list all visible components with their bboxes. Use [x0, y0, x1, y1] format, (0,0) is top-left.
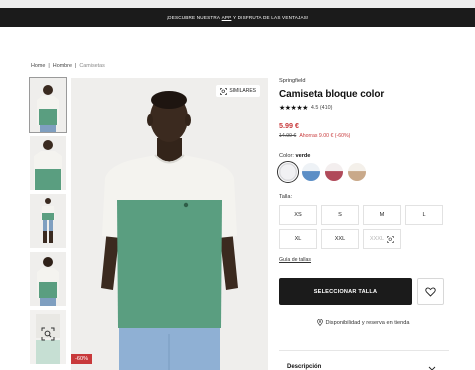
- chevron-down-icon[interactable]: [428, 366, 436, 370]
- main-product-image[interactable]: SIMILARES -60%: [71, 78, 268, 370]
- thumbnail-back[interactable]: [30, 252, 66, 306]
- size-guide-link[interactable]: Guía de tallas: [279, 257, 449, 263]
- thumbnail-strip: [29, 77, 67, 368]
- swatch-white[interactable]: [277, 161, 299, 183]
- swatch-burgundy-white[interactable]: [325, 163, 343, 181]
- visual-search-icon: [387, 235, 395, 243]
- product-rating[interactable]: ★★★★★ 4.5 (410): [279, 104, 449, 112]
- promo-prefix: ¡DESCUBRE NUESTRA: [166, 15, 221, 20]
- size-option-xxxl-label: XXXL: [369, 236, 385, 242]
- description-accordion-label[interactable]: Descripción: [287, 364, 321, 370]
- breadcrumb: Home | Hombre | Camisetas: [31, 63, 105, 69]
- store-availability-label: Disponibilidad y reserva en tienda: [325, 319, 410, 326]
- discount-badge: -60%: [71, 354, 93, 364]
- savings-text: Ahorras 9.00 € (-60%): [299, 133, 351, 139]
- thumbnail-back-image: [30, 252, 66, 306]
- thumbnail-full-body-image: [30, 194, 66, 248]
- breadcrumb-separator: |: [48, 63, 50, 69]
- size-label: Talla:: [279, 194, 293, 200]
- size-option-xl[interactable]: XL: [279, 229, 317, 249]
- thumbnail-scan[interactable]: [30, 310, 66, 364]
- product-brand: Springfield: [279, 78, 306, 84]
- swatch-beige-white[interactable]: [348, 163, 366, 181]
- breadcrumb-separator: |: [74, 63, 77, 69]
- thumbnail-front-close[interactable]: [30, 136, 66, 190]
- size-option-xxxl[interactable]: XXXL: [363, 229, 401, 249]
- heart-icon: [425, 286, 436, 297]
- thumbnail-front-close-image: [30, 136, 66, 190]
- divider: [279, 350, 449, 351]
- visual-search-icon: [220, 87, 228, 95]
- current-price: 5.99 €: [279, 121, 299, 130]
- select-size-button[interactable]: SELECCIONAR TALLA: [279, 278, 412, 305]
- product-title: Camiseta bloque color: [279, 89, 385, 100]
- old-price: 14.99 €: [279, 133, 297, 139]
- breadcrumb-current: Camisetas: [79, 63, 105, 69]
- product-info: Springfield Camiseta bloque color ★★★★★ …: [277, 78, 449, 326]
- color-swatches: [277, 161, 449, 183]
- breadcrumb-home[interactable]: Home: [31, 63, 45, 69]
- swatch-blue-white[interactable]: [302, 163, 320, 181]
- size-option-s[interactable]: S: [321, 205, 359, 225]
- breadcrumb-hombre[interactable]: Hombre: [53, 63, 72, 69]
- purchase-actions: SELECCIONAR TALLA: [279, 278, 449, 305]
- size-option-xxl[interactable]: XXL: [321, 229, 359, 249]
- promo-banner[interactable]: ¡DESCUBRE NUESTRA APP Y DISFRUTA DE LAS …: [0, 8, 475, 27]
- similar-items-label: SIMILARES: [229, 88, 256, 94]
- size-grid: XS S M L XL XXL XXXL: [279, 205, 449, 249]
- location-pin-icon: [316, 319, 323, 326]
- price-details: 14.99 € Ahorras 9.00 € (-60%): [279, 133, 449, 139]
- rating-stars-icon: ★★★★★: [279, 105, 308, 112]
- color-label-row: Color: verde: [279, 153, 449, 159]
- promo-app-link[interactable]: APP: [222, 15, 232, 20]
- similar-items-button[interactable]: SIMILARES: [216, 85, 260, 97]
- color-value: verde: [295, 153, 311, 159]
- store-availability-link[interactable]: Disponibilidad y reserva en tienda: [279, 319, 447, 326]
- product-photo: [71, 78, 268, 370]
- visual-search-icon: [41, 327, 55, 341]
- wishlist-button[interactable]: [417, 278, 444, 305]
- color-label: Color:: [279, 153, 294, 159]
- thumbnail-front-image: [30, 78, 66, 132]
- browser-top-strip: [0, 0, 475, 8]
- promo-suffix: Y DISFRUTA DE LAS VENTAJAS!: [232, 15, 309, 20]
- size-option-xs[interactable]: XS: [279, 205, 317, 225]
- rating-value: 4.5 (410): [310, 105, 333, 111]
- thumbnail-full-body[interactable]: [30, 194, 66, 248]
- size-option-m[interactable]: M: [363, 205, 401, 225]
- size-option-l[interactable]: L: [405, 205, 443, 225]
- thumbnail-front[interactable]: [29, 77, 67, 133]
